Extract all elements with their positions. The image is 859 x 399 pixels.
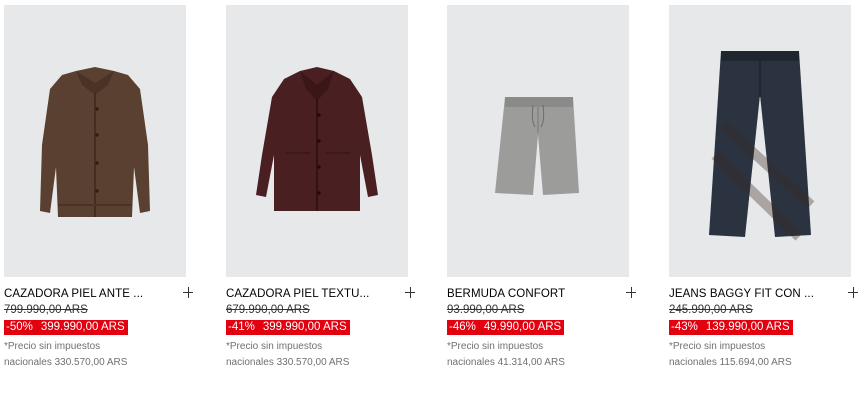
product-card[interactable]: BERMUDA CONFORT 93.990,00 ARS -46% 49.990… [447, 0, 636, 371]
add-icon[interactable] [623, 285, 639, 301]
discount-percent: -43% [671, 321, 698, 333]
sale-price: 139.990,00 ARS [705, 321, 790, 333]
national-price: nacionales 330.570,00 ARS [4, 357, 128, 368]
discount-percent: -46% [449, 321, 476, 333]
national-price: nacionales 115.694,00 ARS [669, 357, 792, 368]
product-name[interactable]: CAZADORA PIEL TEXTU... [226, 286, 408, 302]
sale-badge: -46% 49.990,00 ARS [447, 320, 565, 335]
original-price: 245.990,00 ARS [669, 304, 753, 316]
sale-badge: -41% 399.990,00 ARS [226, 320, 350, 335]
product-name[interactable]: BERMUDA CONFORT [447, 286, 629, 302]
tax-note: *Precio sin impuestos [226, 341, 323, 352]
sale-price: 49.990,00 ARS [483, 321, 562, 333]
product-image[interactable] [447, 5, 629, 277]
leather-jacket-icon [256, 67, 378, 211]
original-price: 679.990,00 ARS [226, 304, 310, 316]
add-icon[interactable] [845, 285, 859, 301]
national-price: nacionales 41.314,00 ARS [447, 357, 565, 368]
jeans-icon [709, 51, 815, 241]
discount-percent: -50% [6, 321, 33, 333]
tax-note: *Precio sin impuestos [669, 341, 766, 352]
tax-note: *Precio sin impuestos [4, 341, 101, 352]
discount-percent: -41% [228, 321, 255, 333]
product-card[interactable]: JEANS BAGGY FIT CON ... 245.990,00 ARS -… [669, 0, 858, 371]
product-image[interactable] [226, 5, 408, 277]
product-image[interactable] [4, 5, 186, 277]
sale-badge: -43% 139.990,00 ARS [669, 320, 793, 335]
product-name[interactable]: JEANS BAGGY FIT CON ... [669, 286, 851, 302]
original-price: 799.990,00 ARS [4, 304, 88, 316]
sale-price: 399.990,00 ARS [40, 321, 125, 333]
product-card[interactable]: CAZADORA PIEL TEXTU... 679.990,00 ARS -4… [226, 0, 415, 371]
product-grid: CAZADORA PIEL ANTE ... 799.990,00 ARS -5… [0, 0, 859, 399]
original-price: 93.990,00 ARS [447, 304, 525, 316]
shorts-icon [495, 97, 579, 195]
suede-jacket-icon [40, 67, 150, 217]
sale-badge: -50% 399.990,00 ARS [4, 320, 128, 335]
add-icon[interactable] [180, 285, 196, 301]
product-image[interactable] [669, 5, 851, 277]
tax-note: *Precio sin impuestos [447, 341, 544, 352]
product-name[interactable]: CAZADORA PIEL ANTE ... [4, 286, 186, 302]
national-price: nacionales 330.570,00 ARS [226, 357, 350, 368]
add-icon[interactable] [402, 285, 418, 301]
product-card[interactable]: CAZADORA PIEL ANTE ... 799.990,00 ARS -5… [4, 0, 193, 371]
sale-price: 399.990,00 ARS [262, 321, 347, 333]
